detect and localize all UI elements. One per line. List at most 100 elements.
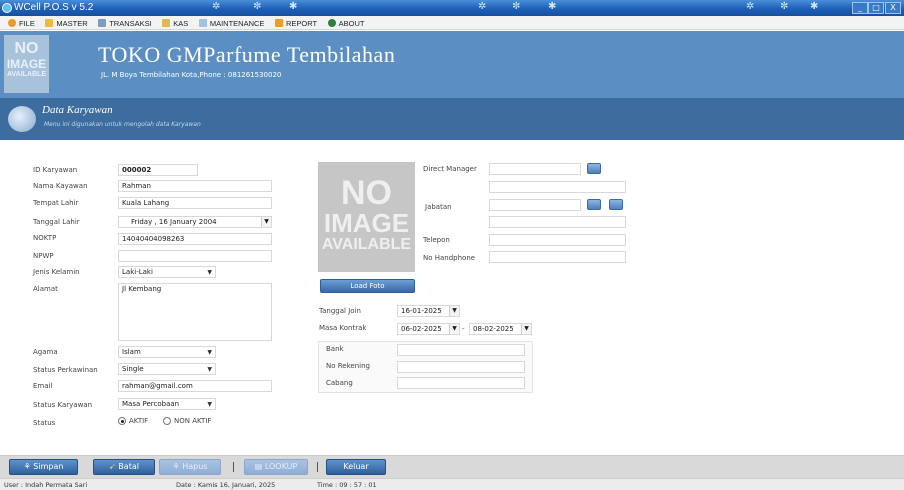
keluar-button[interactable]: Keluar: [326, 459, 386, 475]
maximize-button[interactable]: □: [868, 2, 884, 14]
store-address: JL. M Boya Tembilahan Kota,Phone : 08126…: [101, 71, 282, 79]
manager-field[interactable]: [489, 163, 581, 175]
report-icon: [274, 19, 283, 27]
agama-select[interactable]: Islam ▼: [118, 346, 216, 358]
manager-name-field[interactable]: [489, 181, 626, 193]
hapus-label: Hapus: [182, 462, 208, 471]
status-perkawinan-label: Status Perkawinan: [33, 366, 98, 374]
logo-text: IMAGE: [6, 57, 47, 71]
lookup-icon: ▤: [254, 462, 265, 471]
load-foto-button[interactable]: Load Foto: [320, 279, 415, 293]
chevron-down-icon: ▼: [207, 349, 212, 356]
kontrak-end-value: 08-02-2025: [473, 325, 514, 333]
menu-about[interactable]: ABOUT: [327, 16, 365, 30]
status-bar: User : Indah Permata Sari Date : Kamis 1…: [0, 478, 904, 490]
file-icon: [8, 19, 16, 27]
snowflake-icon: ✼: [780, 1, 789, 12]
telepon-field[interactable]: [489, 234, 626, 246]
snowflake-icon: ✲: [212, 1, 221, 12]
store-logo: NO IMAGE AVAILABLE: [4, 35, 49, 93]
status-user: User : Indah Permata Sari: [4, 481, 88, 489]
bank-field[interactable]: [397, 344, 525, 356]
handphone-field[interactable]: [489, 251, 626, 263]
menu-kas[interactable]: KAS: [162, 16, 188, 30]
alamat-label: Alamat: [33, 285, 58, 293]
status-karyawan-label: Status Karyawan: [33, 401, 93, 409]
kontrak-start-value: 06-02-2025: [401, 325, 442, 333]
jenis-kelamin-select[interactable]: Laki-Laki ▼: [118, 266, 216, 278]
logo-text: NO: [14, 40, 39, 57]
status-aktif-option[interactable]: AKTIF: [118, 417, 148, 425]
add-jabatan-button[interactable]: [609, 199, 623, 210]
tanggal-lahir-value: Friday , 16 January 2004: [131, 218, 217, 226]
lookup-button[interactable]: ▤ LOOKUP: [244, 459, 308, 475]
simpan-label: Simpan: [33, 462, 64, 471]
batal-button[interactable]: ➹ Batal: [93, 459, 155, 475]
menu-label: FILE: [19, 18, 35, 28]
menu-transaksi[interactable]: TRANSAKSI: [98, 16, 152, 30]
npwp-field[interactable]: [118, 250, 272, 262]
jenis-kelamin-value: Laki-Laki: [122, 268, 153, 276]
menu-maintenance[interactable]: MAINTENANCE: [198, 16, 265, 30]
maintenance-icon: [198, 19, 207, 27]
close-button[interactable]: X: [885, 2, 901, 14]
transaction-icon: [98, 19, 107, 27]
jabatan-name-field[interactable]: [489, 216, 626, 228]
radio-selected-icon[interactable]: [118, 417, 126, 425]
nama-field[interactable]: Rahman: [118, 180, 272, 192]
toolbar-divider: [233, 462, 234, 472]
status-nonaktif-option[interactable]: NON AKTIF: [163, 417, 211, 425]
status-nonaktif-label: NON AKTIF: [174, 417, 212, 425]
window-title: WCell P.O.S v 5.2: [14, 2, 94, 13]
photo-text: NO: [341, 174, 392, 212]
rekening-field[interactable]: [397, 361, 525, 373]
chevron-down-icon: ▼: [207, 401, 212, 408]
status-perkawinan-select[interactable]: Single ▼: [118, 363, 216, 375]
radio-unselected-icon[interactable]: [163, 417, 171, 425]
tempat-field[interactable]: Kuala Lahang: [118, 197, 272, 209]
database-icon: [8, 106, 36, 132]
jenis-kelamin-label: Jenis Kelamin: [33, 268, 80, 276]
minimize-button[interactable]: _: [852, 2, 868, 14]
chevron-down-icon[interactable]: ▼: [449, 306, 459, 316]
kontrak-start-picker[interactable]: 06-02-2025 ▼: [397, 323, 460, 335]
jabatan-field[interactable]: [489, 199, 581, 211]
window-titlebar: WCell P.O.S v 5.2 ✲ ✼ ✱ ✲ ✼ ✱ ✲ ✼ ✱ _ □ …: [0, 0, 904, 16]
snowflake-icon: ✲: [478, 1, 487, 12]
search-jabatan-button[interactable]: [587, 199, 601, 210]
chevron-down-icon[interactable]: ▼: [261, 217, 271, 227]
simpan-button[interactable]: ⚘ Simpan: [9, 459, 78, 475]
menu-report[interactable]: REPORT: [274, 16, 317, 30]
menu-master[interactable]: MASTER: [45, 16, 88, 30]
email-label: Email: [33, 382, 53, 390]
tanggal-join-picker[interactable]: 16-01-2025 ▼: [397, 305, 460, 317]
alamat-textarea[interactable]: Jl Kembang: [118, 283, 272, 341]
about-icon: [327, 19, 336, 27]
status-karyawan-select[interactable]: Masa Percobaan ▼: [118, 398, 216, 410]
rekening-label: No Rekening: [326, 362, 370, 370]
id-field[interactable]: 000002: [118, 164, 198, 176]
kontrak-end-picker[interactable]: 08-02-2025 ▼: [469, 323, 532, 335]
noktp-label: NOKTP: [33, 234, 57, 242]
lookup-label: LOOKUP: [264, 462, 298, 471]
cabang-field[interactable]: [397, 377, 525, 389]
chevron-down-icon[interactable]: ▼: [449, 324, 459, 334]
search-manager-button[interactable]: [587, 163, 601, 174]
email-field[interactable]: rahman@gmail.com: [118, 380, 272, 392]
noktp-field[interactable]: 14040404098263: [118, 233, 272, 245]
tanggal-lahir-picker[interactable]: Friday , 16 January 2004 ▼: [118, 216, 272, 228]
menu-label: MAINTENANCE: [209, 18, 265, 28]
snowflake-icon: ✱: [289, 1, 298, 12]
bank-label: Bank: [326, 345, 344, 353]
section-title: Data Karyawan: [42, 104, 113, 116]
hapus-button[interactable]: ⚘ Hapus: [159, 459, 221, 475]
status-date: Date : Kamis 16, Januari, 2025: [176, 481, 276, 489]
tanggal-join-value: 16-01-2025: [401, 307, 442, 315]
menu-label: ABOUT: [338, 18, 365, 28]
folder-icon: [45, 19, 54, 27]
chevron-down-icon[interactable]: ▼: [521, 324, 531, 334]
menu-file[interactable]: FILE: [8, 16, 35, 30]
snowflake-icon: ✼: [512, 1, 521, 12]
snowflake-icon: ✼: [253, 1, 262, 12]
agama-value: Islam: [122, 348, 141, 356]
